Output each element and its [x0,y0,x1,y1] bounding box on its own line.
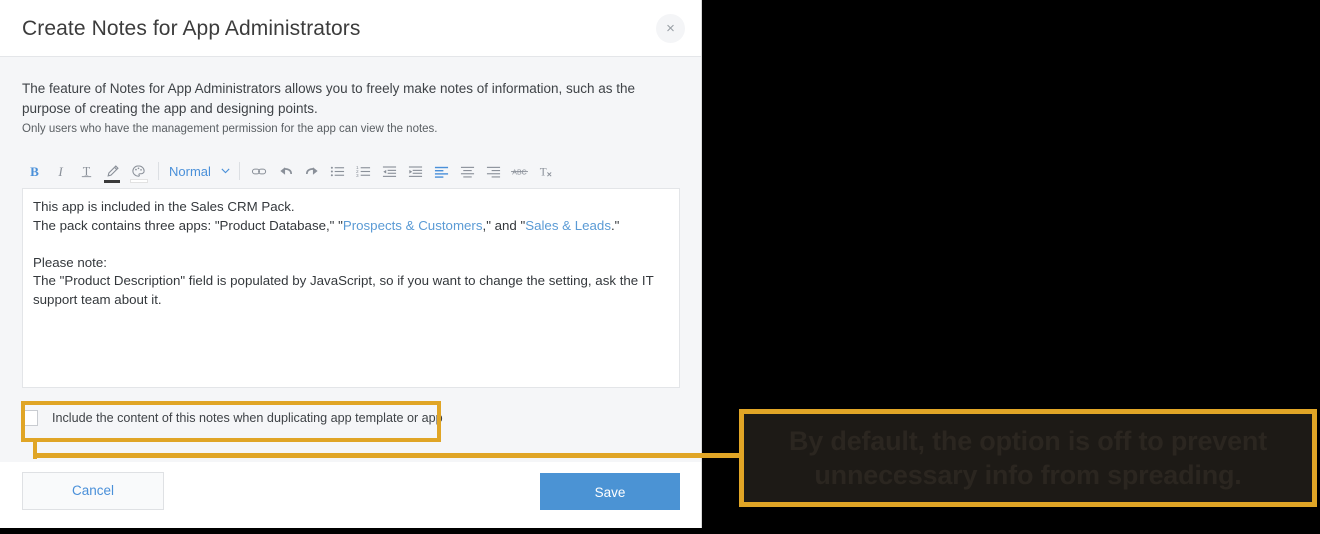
text-color-swatch [104,180,120,183]
link-icon[interactable] [248,158,272,184]
undo-icon[interactable] [274,158,298,184]
create-notes-dialog: Create Notes for App Administrators × Th… [0,0,702,528]
include-content-checkbox-row[interactable]: Include the content of this notes when d… [22,402,443,434]
svg-text:B: B [30,164,39,179]
text-style-label: Normal [169,163,211,179]
text-style-dropdown[interactable]: Normal [167,164,233,179]
editor-line-4: The "Product Description" field is popul… [33,273,654,307]
save-button[interactable]: Save [540,473,680,510]
svg-text:3: 3 [356,172,359,177]
align-right-icon[interactable] [482,158,506,184]
indent-icon[interactable] [404,158,428,184]
clear-format-icon[interactable]: T [534,158,558,184]
bulleted-list-icon[interactable] [326,158,350,184]
close-icon[interactable]: × [656,14,685,43]
numbered-list-icon[interactable]: 123 [352,158,376,184]
svg-text:I: I [57,164,63,179]
strikethrough-icon[interactable]: ABC [508,158,532,184]
svg-text:ABC: ABC [513,169,527,176]
editor-line-3: Please note: [33,254,107,270]
annotation-connector-horizontal [33,453,743,458]
underline-icon[interactable]: T [74,158,98,184]
toolbar-divider-2 [238,162,240,180]
include-content-label: Include the content of this notes when d… [52,411,443,425]
editor-toolbar: B I T Normal 1 2 3 ABC T [22,156,680,186]
background-color-swatch [130,179,148,183]
include-content-checkbox[interactable] [22,410,38,426]
description-primary: The feature of Notes for App Administrat… [22,81,636,116]
chevron-down-icon [220,164,231,179]
editor-line-2-text-a: The pack contains three apps: "Product D… [33,217,343,233]
link-prospects-customers[interactable]: Prospects & Customers [343,218,483,233]
dialog-header: Create Notes for App Administrators × [0,0,701,57]
svg-text:T: T [82,164,90,178]
notes-editor[interactable]: This app is included in the Sales CRM Pa… [22,188,680,388]
align-left-icon[interactable] [430,158,454,184]
editor-line-2: The pack contains three apps: "Product D… [33,217,669,236]
editor-blank-line [33,235,669,254]
text-color-icon[interactable] [100,158,124,184]
annotation-callout: By default, the option is off to prevent… [739,409,1317,507]
svg-text:T: T [540,166,547,178]
editor-line-2-text-c: ." [610,217,620,233]
editor-line-2-text-b: ," and " [482,217,526,233]
bold-icon[interactable]: B [22,158,46,184]
editor-line-1: This app is included in the Sales CRM Pa… [33,199,295,214]
outdent-icon[interactable] [378,158,402,184]
italic-icon[interactable]: I [48,158,72,184]
align-center-icon[interactable] [456,158,480,184]
page-title: Create Notes for App Administrators [22,17,361,40]
link-sales-leads[interactable]: Sales & Leads [525,218,611,233]
dialog-footer: Cancel Save [0,462,701,528]
redo-icon[interactable] [300,158,324,184]
dialog-body: The feature of Notes for App Administrat… [0,57,701,462]
toolbar-divider-1 [158,162,159,180]
annotation-callout-text: By default, the option is off to prevent… [788,426,1267,490]
background-color-icon[interactable] [126,158,150,184]
description-secondary: Only users who have the management permi… [22,123,438,135]
cancel-button[interactable]: Cancel [22,472,164,510]
